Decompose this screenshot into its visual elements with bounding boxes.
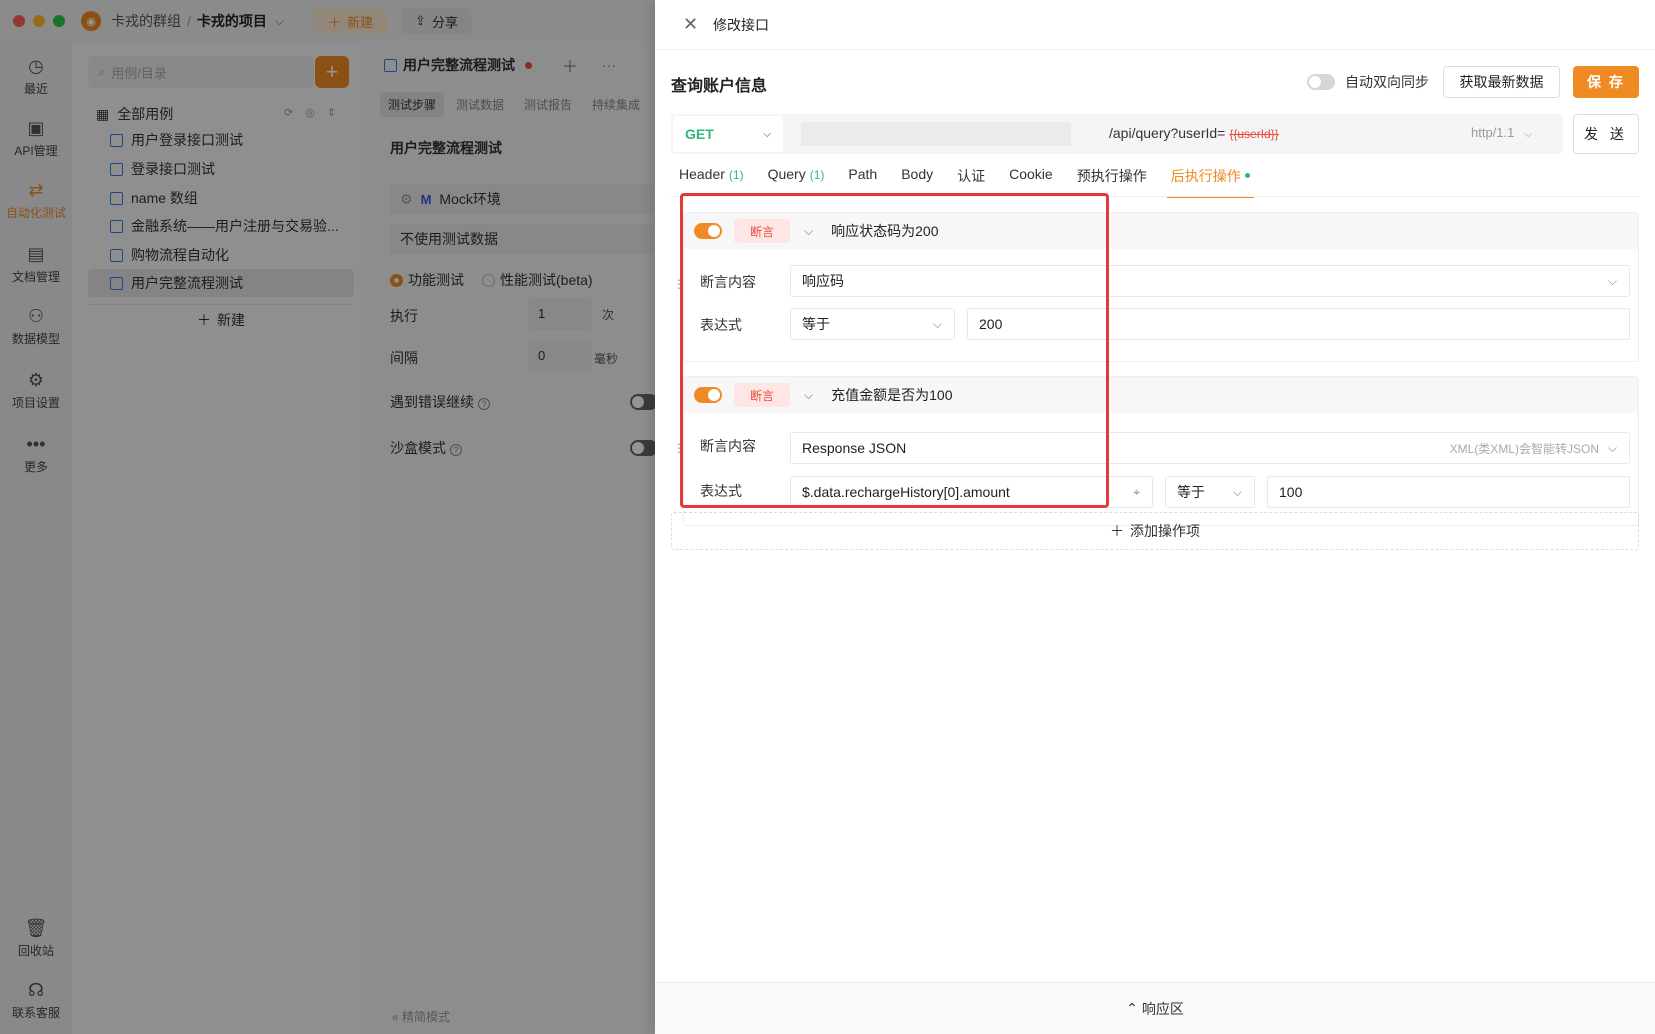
- expr-label: 表达式: [700, 483, 742, 499]
- tab-label: Cookie: [1009, 166, 1053, 182]
- tab-header[interactable]: Header (1): [679, 166, 744, 198]
- jsonpath-value: $.data.rechargeHistory[0].amount: [802, 484, 1010, 500]
- tab-path[interactable]: Path: [848, 166, 877, 198]
- request-name[interactable]: 查询账户信息: [671, 72, 767, 96]
- tab-query[interactable]: Query (1): [768, 166, 825, 198]
- jsonpath-input[interactable]: $.data.rechargeHistory[0].amount ⌖: [790, 476, 1153, 508]
- plus-icon: ＋: [1110, 523, 1124, 539]
- response-area-toggle[interactable]: ⌃ 响应区: [655, 982, 1655, 1034]
- chevron-down-icon: ⌵: [1607, 273, 1617, 288]
- save-button[interactable]: 保 存: [1573, 66, 1639, 98]
- assertion-name[interactable]: 充值金额是否为100: [831, 385, 952, 405]
- close-icon[interactable]: ✕: [683, 14, 699, 35]
- assertion-enable-toggle[interactable]: [694, 387, 722, 403]
- chevron-down-icon: ⌵: [1232, 484, 1242, 499]
- expected-value-input[interactable]: 100: [1267, 476, 1630, 508]
- chevron-down-icon: ⌵: [1524, 129, 1532, 140]
- chevron-down-icon: ⌵: [932, 316, 942, 331]
- assertion-header: 断言 ⌵ 充值金额是否为100: [684, 377, 1638, 413]
- tab-label: 后执行操作: [1170, 168, 1241, 184]
- tab-count: (1): [809, 168, 825, 182]
- operator-value: 等于: [1177, 484, 1205, 500]
- assertion-content-select[interactable]: 响应码 ⌵: [790, 265, 1630, 297]
- http-version-select[interactable]: http/1.1 ⌵: [1471, 125, 1532, 140]
- extract-icon[interactable]: ⌖: [1133, 485, 1140, 500]
- assertion-expr-row: 表达式: [700, 481, 764, 501]
- content-label: 断言内容: [700, 438, 756, 454]
- drawer-header: ✕ 修改接口: [655, 0, 1655, 50]
- modal-overlay[interactable]: [0, 0, 655, 1034]
- active-dot: [1244, 173, 1250, 178]
- assertion-tag: 断言: [734, 383, 791, 407]
- http-version-label: http/1.1: [1471, 125, 1515, 140]
- assertion-expr-row: 表达式: [700, 315, 764, 335]
- expected-value: 200: [979, 316, 1003, 332]
- expected-value-input[interactable]: 200: [967, 308, 1630, 340]
- tab-pre-ops[interactable]: 预执行操作: [1077, 166, 1147, 198]
- add-operation-label: 添加操作项: [1130, 523, 1200, 539]
- operator-value: 等于: [802, 316, 830, 332]
- base-url-blurred: [801, 122, 1071, 146]
- expected-value: 100: [1279, 484, 1303, 500]
- url-bar: GET ⌵ /api/query?userId= {{userId}} http/…: [671, 114, 1563, 154]
- assertion-content-row: 断言内容: [700, 272, 764, 292]
- response-label: 响应区: [1141, 1000, 1184, 1017]
- send-button[interactable]: 发 送: [1573, 114, 1639, 154]
- tab-label: Body: [901, 166, 934, 182]
- assertion-content-row: 断言内容: [700, 436, 764, 456]
- operator-select[interactable]: 等于 ⌵: [1165, 476, 1255, 508]
- tab-label: 认证: [957, 168, 986, 184]
- auto-sync: 自动双向同步: [1307, 72, 1429, 92]
- assertion-content-select[interactable]: Response JSON XML(类XML)会智能转JSON ⌵: [790, 432, 1630, 464]
- fetch-latest-button[interactable]: 获取最新数据: [1443, 66, 1560, 98]
- tab-label: 预执行操作: [1076, 168, 1147, 184]
- assertion-tag: 断言: [734, 219, 791, 243]
- tab-label: Query: [767, 166, 806, 182]
- url-path: /api/query?userId=: [1109, 125, 1226, 141]
- auto-sync-label: 自动双向同步: [1345, 74, 1429, 90]
- assertion-card: 断言 ⌵ 充值金额是否为100 断言内容 Response JSON XML(类…: [683, 376, 1639, 526]
- content-label: 断言内容: [700, 274, 756, 290]
- chevron-down-icon[interactable]: ⌵: [804, 388, 813, 403]
- assertion-enable-toggle[interactable]: [694, 223, 722, 239]
- content-value: 响应码: [802, 273, 844, 289]
- tab-auth[interactable]: 认证: [957, 166, 985, 198]
- request-tabs: Header (1) Query (1) Path Body 认证 Cookie 预…: [679, 166, 1278, 198]
- tab-body[interactable]: Body: [901, 166, 933, 198]
- background-app: ◉ 卡戎的群组 / 卡戎的项目 ⌵ ＋ 新建 ⇪ 分享 ◷ 最近 ▣ API管理…: [0, 0, 658, 1034]
- assertion-card: 断言 ⌵ 响应状态码为200 断言内容 响应码 ⌵ 表达式 等于 ⌵ 200: [683, 212, 1639, 362]
- operator-select[interactable]: 等于 ⌵: [790, 308, 955, 340]
- tab-label: Header: [679, 166, 725, 182]
- assertion-name[interactable]: 响应状态码为200: [831, 221, 938, 241]
- drawer-title: 修改接口: [713, 16, 769, 33]
- url-input[interactable]: /api/query?userId= {{userId}}: [1109, 125, 1279, 141]
- chevron-down-icon: ⌵: [1607, 440, 1617, 455]
- tab-post-ops[interactable]: 后执行操作: [1166, 166, 1254, 198]
- chevron-down-icon[interactable]: ⌵: [804, 224, 813, 239]
- url-variable: {{userId}}: [1229, 127, 1279, 141]
- content-value: Response JSON: [802, 440, 907, 456]
- method-label: GET: [685, 126, 714, 142]
- chevron-up-icon: ⌃: [1126, 1000, 1138, 1016]
- tab-cookie[interactable]: Cookie: [1009, 166, 1053, 198]
- add-operation-button[interactable]: ＋ 添加操作项: [671, 512, 1639, 550]
- assertion-header: 断言 ⌵ 响应状态码为200: [684, 213, 1638, 249]
- tab-count: (1): [728, 168, 744, 182]
- chevron-down-icon: ⌵: [763, 128, 771, 140]
- expr-label: 表达式: [700, 317, 742, 333]
- auto-sync-toggle[interactable]: [1307, 74, 1335, 90]
- method-select[interactable]: GET ⌵: [673, 116, 783, 152]
- edit-api-drawer: ✕ 修改接口 查询账户信息 自动双向同步 获取最新数据 保 存 GET ⌵ /a…: [655, 0, 1655, 1034]
- tabs-divider: [671, 196, 1639, 197]
- tab-label: Path: [848, 166, 878, 182]
- content-hint: XML(类XML)会智能转JSON: [1449, 441, 1599, 456]
